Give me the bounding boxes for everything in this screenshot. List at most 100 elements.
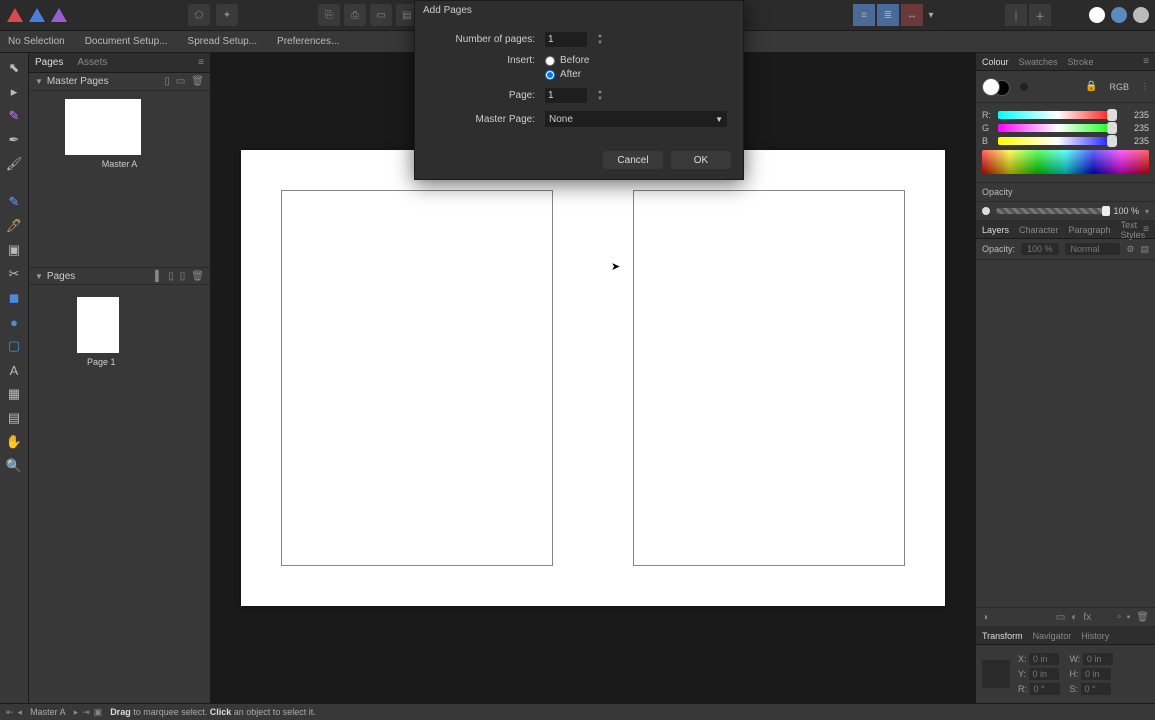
table-tool-icon-2[interactable]: ▤ xyxy=(3,409,25,427)
prev-page-icon[interactable]: ◂ xyxy=(18,707,23,718)
delete-layer-icon[interactable]: 🗑 xyxy=(1136,612,1149,623)
gear-icon[interactable]: ⚙ xyxy=(1126,244,1134,255)
affinity-publisher-icon[interactable] xyxy=(50,6,68,24)
h-value[interactable]: 0 in xyxy=(1081,668,1111,680)
s-value[interactable]: 0 ° xyxy=(1081,683,1111,695)
layer-lens-icon[interactable]: ◑ xyxy=(982,612,988,623)
r-value[interactable]: 0 ° xyxy=(1030,683,1060,695)
view-circle-3[interactable] xyxy=(1133,7,1149,23)
blend-mode-select[interactable]: Normal xyxy=(1065,243,1121,255)
w-value[interactable]: 0 in xyxy=(1083,653,1113,665)
rounded-rect-tool-icon[interactable]: ▢ xyxy=(3,337,25,355)
rectangle-tool-icon[interactable]: ◼ xyxy=(3,289,25,307)
layers-menu-icon[interactable]: ≡ xyxy=(1143,224,1149,235)
align-dropdown[interactable]: ▾ xyxy=(925,4,937,26)
layer-opacity-value[interactable]: 100 % xyxy=(1021,243,1059,255)
pan-tool-icon[interactable]: ✋ xyxy=(3,433,25,451)
last-page-icon[interactable]: ⇥ xyxy=(82,707,90,718)
first-page-icon[interactable]: ⇤ xyxy=(6,707,14,718)
tab-pages[interactable]: Pages xyxy=(35,57,63,68)
affinity-photo-icon[interactable] xyxy=(6,6,24,24)
add-layer-icon[interactable]: ▫ xyxy=(1117,612,1121,623)
master-add-icon[interactable]: ▭ xyxy=(176,76,185,87)
none-swatch[interactable] xyxy=(1020,83,1028,91)
page-input[interactable] xyxy=(545,88,587,103)
num-pages-stepper[interactable]: ▲▼ xyxy=(597,33,607,47)
persona-btn-1[interactable]: ⬠ xyxy=(188,4,210,26)
radio-before[interactable]: Before xyxy=(545,55,589,66)
brush-tool-icon[interactable]: 🖌 xyxy=(3,155,25,173)
anchor-point-widget[interactable] xyxy=(982,660,1010,688)
layers-panel-menu-icon[interactable]: ▤ xyxy=(1140,244,1149,255)
opacity-knob[interactable] xyxy=(1102,206,1110,216)
fill-swatch[interactable] xyxy=(982,78,1000,96)
align-center-button[interactable]: ≣ xyxy=(877,4,899,26)
spread-page-right[interactable] xyxy=(633,190,905,566)
view-circle-1[interactable] xyxy=(1089,7,1105,23)
toolbar-btn-a[interactable]: ⎘ xyxy=(318,4,340,26)
spread-setup-link[interactable]: Spread Setup... xyxy=(188,36,258,47)
tab-stroke[interactable]: Stroke xyxy=(1068,57,1094,67)
toolbar-btn-c[interactable]: ▭ xyxy=(370,4,392,26)
colour-menu-icon[interactable]: ≡ xyxy=(1143,56,1149,67)
opacity-dropdown-icon[interactable]: ▾ xyxy=(1145,207,1149,216)
table-tool-icon[interactable]: ▦ xyxy=(3,385,25,403)
tab-paragraph[interactable]: Paragraph xyxy=(1069,225,1111,235)
pages-section-header[interactable]: ▼ Pages ▌ ▯ ▯ 🗑 xyxy=(29,267,210,285)
master-layout-icon[interactable]: ▯ xyxy=(164,76,170,87)
add-pixel-layer-icon[interactable]: ▪ xyxy=(1127,612,1131,623)
tab-character[interactable]: Character xyxy=(1019,225,1059,235)
ok-button[interactable]: OK xyxy=(671,151,731,169)
mask-icon[interactable]: ▭ xyxy=(1056,612,1065,623)
fx-icon[interactable]: fx xyxy=(1083,612,1091,623)
pages-layout-icon-3[interactable]: ▯ xyxy=(180,271,186,282)
spread-page-left[interactable] xyxy=(281,190,553,566)
hue-strip[interactable] xyxy=(982,150,1149,174)
persona-btn-2[interactable]: ✦ xyxy=(216,4,238,26)
opacity-slider-row[interactable]: 100 % ▾ xyxy=(976,202,1155,221)
tab-history[interactable]: History xyxy=(1081,631,1109,641)
align-right-button[interactable]: ↔ xyxy=(901,4,923,26)
master-page-select[interactable]: None▼ xyxy=(545,111,727,127)
tab-navigator[interactable]: Navigator xyxy=(1033,631,1072,641)
pages-layout-icon-1[interactable]: ▌ xyxy=(155,271,162,282)
slider-g[interactable]: G 235 xyxy=(982,123,1149,133)
pages-delete-icon[interactable]: 🗑 xyxy=(191,271,204,282)
vector-brush-tool-icon[interactable]: 🖊 xyxy=(3,217,25,235)
color-mode-dropdown-icon[interactable]: ⋮ xyxy=(1141,82,1149,91)
page-menu-icon[interactable]: ▣ xyxy=(94,707,103,718)
move-tool-icon[interactable]: ⬉ xyxy=(3,59,25,77)
master-delete-icon[interactable]: 🗑 xyxy=(191,76,204,87)
panel-menu-icon[interactable]: ≡ xyxy=(198,57,204,68)
snap-btn-1[interactable]: ｜ xyxy=(1005,4,1027,26)
node-tool-icon[interactable]: ▸ xyxy=(3,83,25,101)
toolbar-btn-b[interactable]: ⎙ xyxy=(344,4,366,26)
color-mode-select[interactable]: RGB xyxy=(1109,82,1129,92)
preferences-link[interactable]: Preferences... xyxy=(277,36,339,47)
tab-assets[interactable]: Assets xyxy=(77,57,107,68)
radio-after[interactable]: After xyxy=(545,69,589,80)
snap-btn-2[interactable]: ＋ xyxy=(1029,4,1051,26)
slider-b[interactable]: B 235 xyxy=(982,136,1149,146)
pages-layout-icon-2[interactable]: ▯ xyxy=(168,271,174,282)
master-pages-header[interactable]: ▼ Master Pages ▯ ▭ 🗑 xyxy=(29,73,210,91)
lock-icon[interactable]: 🔒 xyxy=(1085,81,1097,92)
page-1-thumbnail[interactable] xyxy=(77,297,119,353)
y-value[interactable]: 0 in xyxy=(1029,668,1059,680)
pencil-tool-icon[interactable]: ✎ xyxy=(3,193,25,211)
ellipse-tool-icon[interactable]: ● xyxy=(3,313,25,331)
page-stepper[interactable]: ▲▼ xyxy=(597,89,607,103)
adjustment-icon[interactable]: ◐ xyxy=(1071,612,1077,623)
view-circle-2[interactable] xyxy=(1111,7,1127,23)
document-setup-link[interactable]: Document Setup... xyxy=(85,36,168,47)
zoom-tool-icon[interactable]: 🔍 xyxy=(3,457,25,475)
align-left-button[interactable]: ≡ xyxy=(853,4,875,26)
num-pages-input[interactable] xyxy=(545,32,587,47)
slider-r[interactable]: R: 235 xyxy=(982,110,1149,120)
x-value[interactable]: 0 in xyxy=(1029,653,1059,665)
master-thumbnail[interactable] xyxy=(65,99,141,155)
color-swatches[interactable] xyxy=(982,78,1010,96)
crop-tool-icon[interactable]: ✂ xyxy=(3,265,25,283)
next-page-icon[interactable]: ▸ xyxy=(74,707,79,718)
frame-text-tool-icon[interactable]: A xyxy=(3,361,25,379)
